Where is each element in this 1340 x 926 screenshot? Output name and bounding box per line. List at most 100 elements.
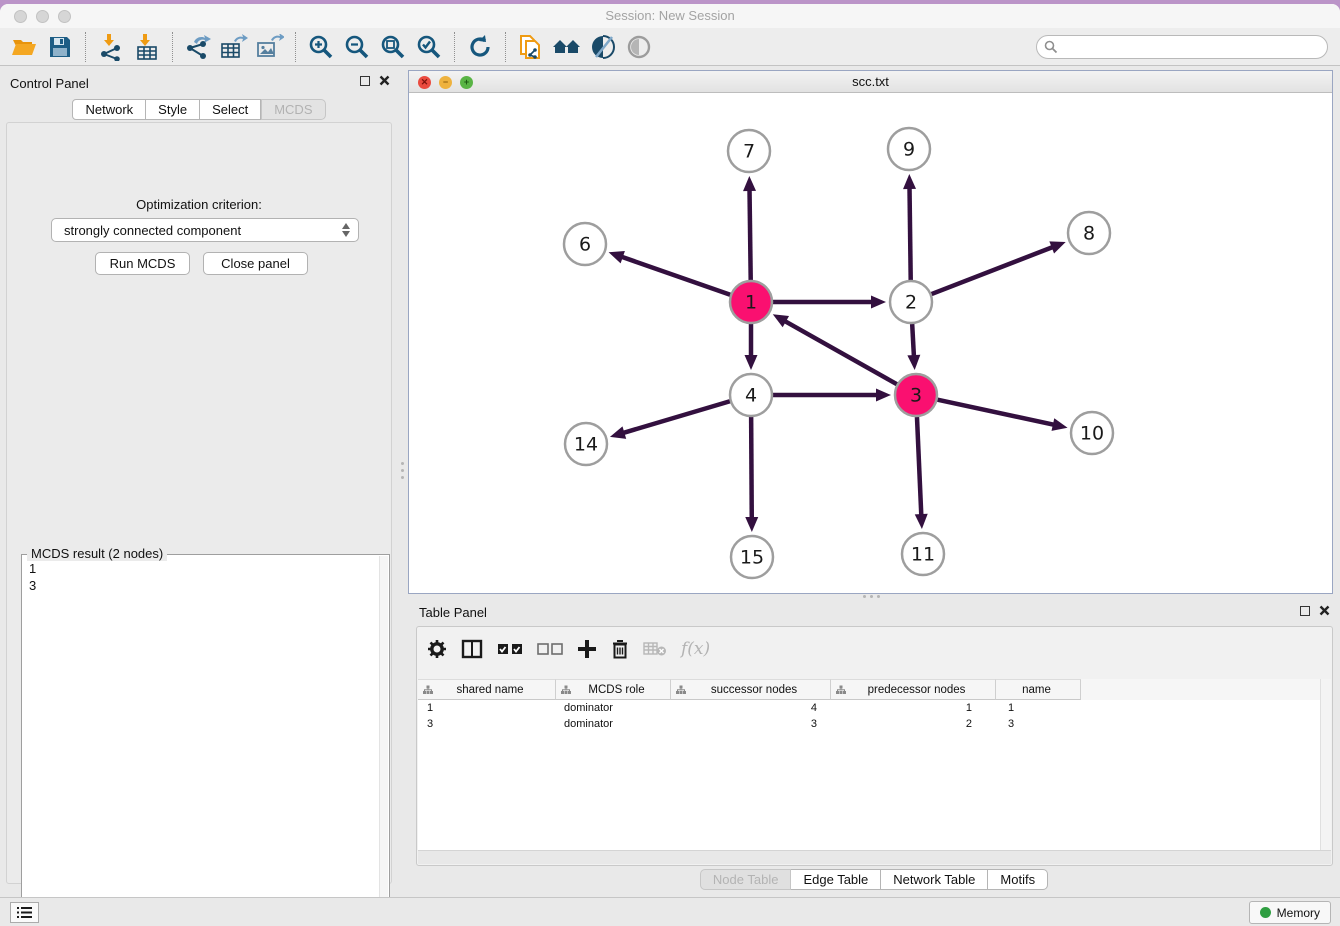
close-panel-button[interactable]: Close panel — [203, 252, 308, 275]
table-row[interactable]: 1 dominator 4 1 1 — [418, 700, 1331, 716]
export-image-icon — [256, 34, 284, 60]
memory-status-icon — [1260, 907, 1271, 918]
control-panel-float-button[interactable] — [360, 76, 370, 86]
apply-style-button[interactable] — [585, 32, 621, 62]
graph-edge-2-8[interactable] — [932, 247, 1054, 294]
toolbar-separator — [454, 32, 455, 62]
cell-name[interactable]: 3 — [996, 716, 1081, 732]
column-header-predecessor-nodes[interactable]: predecessor nodes — [831, 679, 996, 700]
mcds-result-text[interactable]: 1 3 — [29, 560, 36, 594]
cell-successor-nodes[interactable]: 3 — [671, 716, 831, 732]
cell-shared-name[interactable]: 3 — [418, 716, 556, 732]
graph-edge-1-7[interactable] — [750, 189, 751, 280]
duplicate-network-button[interactable] — [513, 32, 549, 62]
delete-row-button[interactable] — [611, 639, 629, 659]
graph-edge-2-9[interactable] — [909, 187, 910, 280]
tab-motifs[interactable]: Motifs — [988, 869, 1048, 890]
zoom-selected-button[interactable] — [411, 32, 447, 62]
graph-edge-3-10[interactable] — [938, 400, 1055, 425]
hide-graphics-button[interactable] — [621, 32, 657, 62]
graph-edge-4-15[interactable] — [751, 417, 752, 519]
status-bar: Memory — [0, 897, 1340, 926]
tab-node-table[interactable]: Node Table — [700, 869, 792, 890]
export-image-button[interactable] — [252, 32, 288, 62]
table-panel-close-button[interactable] — [1319, 605, 1330, 616]
column-header-shared-name[interactable]: shared name — [418, 679, 556, 700]
tab-network[interactable]: Network — [72, 99, 146, 120]
cell-predecessor-nodes[interactable]: 1 — [831, 700, 996, 716]
criterion-select[interactable]: strongly connected component — [51, 218, 359, 242]
column-visibility-button[interactable] — [461, 639, 483, 659]
graph-node-label-8: 8 — [1083, 223, 1095, 245]
save-icon — [48, 35, 72, 59]
table-options-gear-button[interactable] — [427, 639, 447, 659]
task-history-button[interactable] — [10, 902, 39, 923]
vertical-splitter[interactable] — [399, 462, 405, 488]
tab-select[interactable]: Select — [200, 99, 261, 120]
table-panel-float-button[interactable] — [1300, 606, 1310, 616]
refresh-icon — [467, 34, 493, 60]
tab-edge-table[interactable]: Edge Table — [791, 869, 881, 890]
graph-edge-1-6[interactable] — [621, 257, 730, 295]
cell-name[interactable]: 1 — [996, 700, 1081, 716]
mcds-result-title: MCDS result (2 nodes) — [27, 546, 167, 561]
control-panel-title: Control Panel — [10, 76, 89, 91]
deselect-all-button[interactable] — [537, 642, 563, 656]
toolbar-separator — [172, 32, 173, 62]
graph-edge-3-1[interactable] — [784, 321, 897, 385]
zoom-out-icon — [344, 34, 370, 60]
control-panel: Control Panel Network Style Select MCDS … — [0, 67, 398, 897]
tab-mcds[interactable]: MCDS — [261, 99, 325, 120]
function-builder-button[interactable]: f(x) — [681, 639, 710, 659]
table-panel: Table Panel f(x) shared name MCDS role s — [408, 600, 1340, 897]
memory-button[interactable]: Memory — [1249, 901, 1331, 924]
list-icon — [17, 906, 33, 919]
mcds-result-scrollbar[interactable] — [379, 556, 388, 926]
memory-label: Memory — [1277, 906, 1320, 920]
import-network-button[interactable] — [93, 32, 129, 62]
network-canvas[interactable]: 7968124314101511 — [409, 93, 1332, 593]
zoom-in-button[interactable] — [303, 32, 339, 62]
cell-successor-nodes[interactable]: 4 — [671, 700, 831, 716]
open-file-button[interactable] — [6, 32, 42, 62]
zoom-out-button[interactable] — [339, 32, 375, 62]
show-all-networks-button[interactable] — [549, 32, 585, 62]
zoom-selected-icon — [416, 34, 442, 60]
cell-mcds-role[interactable]: dominator — [556, 700, 671, 716]
graph-edge-arrowhead — [609, 251, 625, 263]
delete-table-button[interactable] — [643, 641, 667, 657]
table-vertical-scrollbar[interactable] — [1320, 679, 1331, 850]
column-header-name[interactable]: name — [996, 679, 1081, 700]
export-network-button[interactable] — [180, 32, 216, 62]
control-panel-close-button[interactable] — [379, 75, 390, 86]
column-header-mcds-role[interactable]: MCDS role — [556, 679, 671, 700]
graph-edge-arrowhead — [610, 426, 626, 438]
cell-shared-name[interactable]: 1 — [418, 700, 556, 716]
column-header-successor-nodes[interactable]: successor nodes — [671, 679, 831, 700]
save-session-button[interactable] — [42, 32, 78, 62]
cell-predecessor-nodes[interactable]: 2 — [831, 716, 996, 732]
add-row-button[interactable] — [577, 639, 597, 659]
graph-edge-2-3[interactable] — [912, 324, 914, 357]
tree-icon — [561, 685, 571, 695]
tab-style[interactable]: Style — [146, 99, 200, 120]
cell-mcds-role[interactable]: dominator — [556, 716, 671, 732]
app-window: Session: New Session — [0, 4, 1340, 926]
graph-edge-4-14[interactable] — [622, 401, 729, 433]
select-all-button[interactable] — [497, 642, 523, 656]
search-input[interactable] — [1036, 35, 1328, 59]
homes-icon — [552, 35, 582, 59]
graph-edge-arrowhead — [1052, 418, 1068, 431]
zoom-fit-button[interactable] — [375, 32, 411, 62]
graph-node-label-2: 2 — [905, 292, 917, 314]
table-horizontal-scrollbar[interactable] — [418, 850, 1331, 864]
mcds-tab-content: Optimization criterion: strongly connect… — [6, 122, 392, 884]
graph-edge-3-11[interactable] — [917, 417, 921, 516]
tab-network-table[interactable]: Network Table — [881, 869, 988, 890]
refresh-button[interactable] — [462, 32, 498, 62]
import-table-button[interactable] — [129, 32, 165, 62]
run-mcds-button[interactable]: Run MCDS — [95, 252, 190, 275]
table-row[interactable]: 3 dominator 3 2 3 — [418, 716, 1331, 732]
apply-style-icon — [590, 34, 616, 60]
export-table-button[interactable] — [216, 32, 252, 62]
